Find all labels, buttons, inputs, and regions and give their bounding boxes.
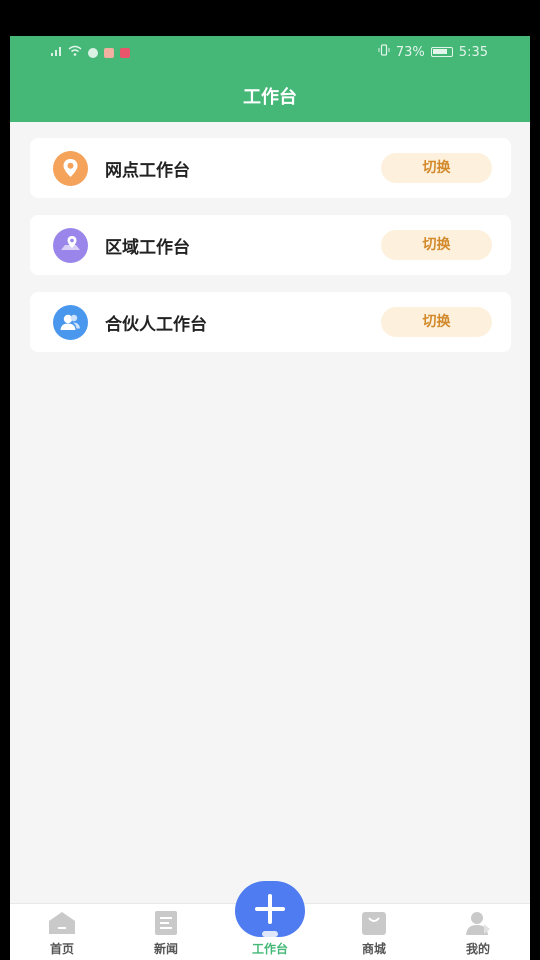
news-icon [151, 910, 181, 936]
status-icons-left [50, 45, 130, 61]
workbench-label: 合伙人工作台 [105, 315, 207, 335]
tab-label: 新闻 [153, 942, 178, 956]
switch-button[interactable]: 切换 [381, 230, 492, 260]
map-pin-icon [53, 228, 88, 263]
tab-label: 商城 [361, 942, 386, 956]
tab-news[interactable]: 新闻 [126, 904, 206, 960]
partner-icon [53, 305, 88, 340]
wechat-icon [88, 48, 98, 58]
tab-shop[interactable]: 商城 [334, 904, 414, 960]
workbench-card-partner: 合伙人工作台 切换 [30, 292, 511, 352]
wifi-icon [68, 45, 82, 61]
workbench-card-outlet: 网点工作台 切换 [30, 138, 511, 198]
status-time: 5:35 [458, 44, 488, 60]
tab-mine[interactable]: 我的 [438, 904, 518, 960]
red-app-icon [120, 48, 130, 58]
status-icons-right: 73% 5:35 [378, 44, 488, 60]
user-icon [463, 910, 493, 936]
home-icon [47, 910, 77, 936]
workbench-label: 区域工作台 [105, 238, 190, 258]
switch-button[interactable]: 切换 [381, 153, 492, 183]
battery-percent: 73% [395, 44, 425, 60]
location-pin-icon [53, 151, 88, 186]
tab-home[interactable]: 首页 [22, 904, 102, 960]
add-icon [255, 894, 285, 924]
workbench-label: 网点工作台 [105, 161, 190, 181]
workbench-list: 网点工作台 切换 区域工作台 切换 合伙人工作台 切换 [30, 138, 511, 369]
vibrate-icon [378, 44, 390, 60]
switch-button[interactable]: 切换 [381, 307, 492, 337]
shop-bag-icon [359, 910, 389, 936]
fab-indicator [262, 931, 278, 937]
header: 73% 5:35 工作台 [10, 36, 530, 122]
tab-label: 工作台 [251, 942, 288, 956]
tab-label: 我的 [465, 942, 490, 956]
add-button[interactable] [235, 881, 305, 937]
status-bar: 73% 5:35 [10, 36, 530, 70]
page-title: 工作台 [243, 87, 297, 108]
book-app-icon [104, 48, 114, 58]
battery-icon [430, 47, 453, 57]
tab-label: 首页 [49, 942, 74, 956]
workbench-card-region: 区域工作台 切换 [30, 215, 511, 275]
signal-icon [50, 45, 62, 61]
app-screen: 73% 5:35 工作台 网点工作台 切换 区域工作台 切换 合伙人工作台 切换… [10, 36, 530, 960]
